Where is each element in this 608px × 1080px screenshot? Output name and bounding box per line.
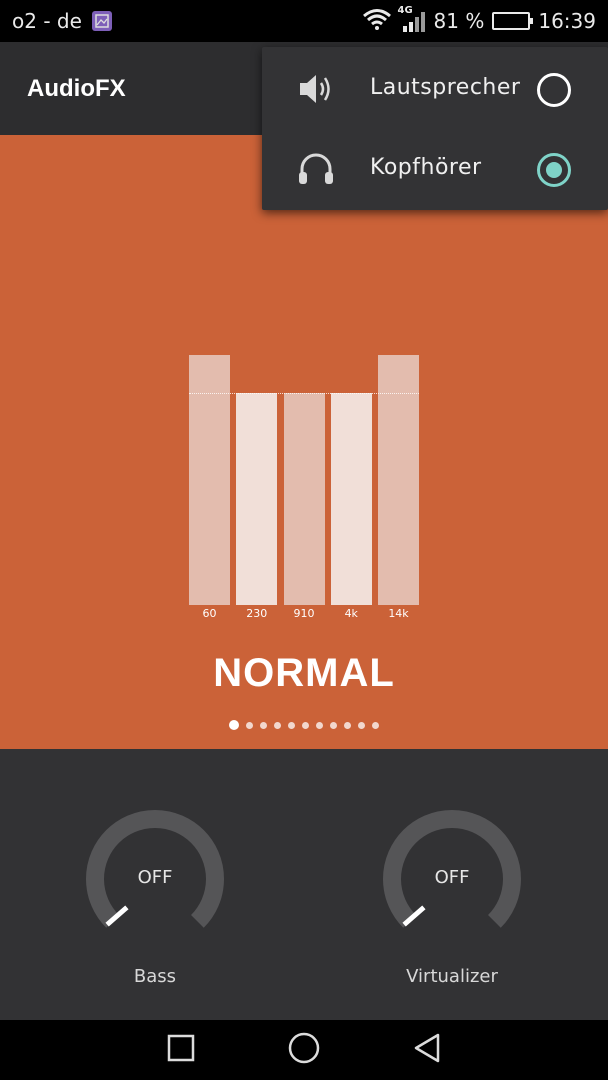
recents-icon[interactable] <box>166 1033 196 1067</box>
navigation-bar <box>0 1020 608 1080</box>
bass-knob[interactable]: OFF <box>85 809 225 949</box>
output-option-headphones-radio[interactable] <box>537 153 571 187</box>
headphones-icon <box>296 151 336 187</box>
eq-band-label: 14k <box>388 607 409 620</box>
bass-value: OFF <box>137 867 173 888</box>
bass-knob-wrap: OFF <box>85 809 225 949</box>
battery-icon <box>492 12 534 30</box>
eq-band-label: 4k <box>344 607 358 620</box>
output-option-headphones-label: Kopfhörer <box>370 155 482 180</box>
audio-output-menu: Lautsprecher Kopfhörer <box>262 47 608 210</box>
battery-percent: 81 % <box>433 9 485 33</box>
page-dot[interactable] <box>372 721 379 729</box>
preset-page-indicator <box>0 720 608 730</box>
back-icon[interactable] <box>412 1032 442 1068</box>
virtualizer-value: OFF <box>434 867 470 888</box>
speaker-icon <box>296 71 336 107</box>
home-icon[interactable] <box>287 1031 321 1069</box>
page-dot[interactable] <box>260 721 267 729</box>
bass-label: Bass <box>133 966 177 987</box>
status-bar: o2 - de 4G 81 % 16:39 <box>0 0 608 42</box>
equalizer-bars[interactable]: 60 230 910 4k 14k <box>189 355 419 620</box>
page-dot[interactable] <box>316 721 323 729</box>
preset-name: NORMAL <box>213 651 395 695</box>
virtualizer-label: Virtualizer <box>406 966 498 987</box>
page-dot[interactable] <box>302 721 309 729</box>
eq-band-label: 60 <box>202 607 217 620</box>
output-option-speaker-radio[interactable] <box>537 73 571 107</box>
gallery-notification-icon <box>91 11 112 31</box>
page-dot[interactable] <box>330 721 337 729</box>
virtualizer-knob[interactable]: OFF <box>382 809 522 949</box>
page-dot[interactable] <box>246 721 253 729</box>
eq-band-bar[interactable] <box>283 392 325 605</box>
eq-band-bar[interactable] <box>330 392 372 605</box>
app-title: AudioFX <box>27 74 126 102</box>
equalizer-panel[interactable]: 60 230 910 4k 14k NORMAL <box>0 135 608 749</box>
page-dot[interactable] <box>274 721 281 729</box>
page-dot[interactable] <box>229 720 239 730</box>
eq-band-label: 910 <box>293 607 315 620</box>
effects-panel: OFF Bass OFF Virtualizer <box>0 749 608 1020</box>
eq-reference-line <box>189 392 419 394</box>
output-option-headphones[interactable]: Kopfhörer <box>262 129 608 209</box>
page-dot[interactable] <box>288 721 295 729</box>
carrier-name: o2 - de <box>12 9 82 33</box>
page-dot[interactable] <box>358 721 365 729</box>
page-dot[interactable] <box>344 721 351 729</box>
output-option-speaker[interactable]: Lautsprecher <box>262 49 608 129</box>
output-option-speaker-label: Lautsprecher <box>370 75 521 100</box>
eq-band-bar[interactable] <box>236 392 278 605</box>
eq-band-label: 230 <box>246 607 268 620</box>
cell-signal-icon: 4G <box>398 5 426 33</box>
wifi-icon <box>362 8 392 35</box>
clock: 16:39 <box>538 9 596 33</box>
virtualizer-knob-wrap: OFF <box>382 809 522 949</box>
